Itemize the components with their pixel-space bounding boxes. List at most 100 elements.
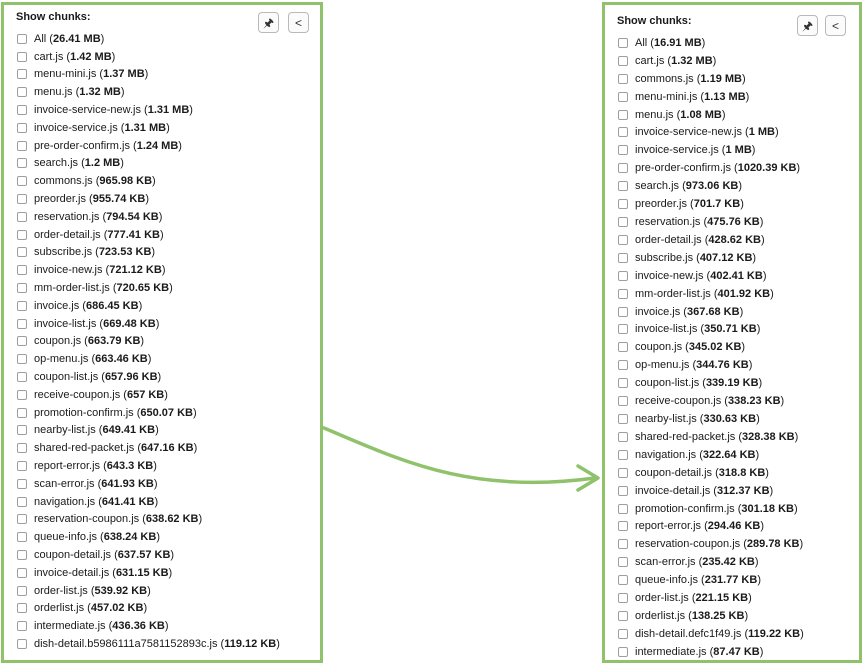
chunk-item[interactable]: report-error.js (294.46 KB) (618, 517, 804, 535)
chunk-item[interactable]: reservation.js (475.76 KB) (618, 213, 804, 231)
chunk-checkbox[interactable] (618, 288, 628, 299)
chunk-item[interactable]: scan-error.js (235.42 KB) (618, 553, 804, 571)
chunk-item[interactable]: navigation.js (322.64 KB) (618, 446, 804, 464)
chunk-checkbox[interactable] (618, 378, 628, 389)
chunk-item[interactable]: op-menu.js (344.76 KB) (618, 356, 804, 374)
chunk-item[interactable]: reservation-coupon.js (289.78 KB) (618, 535, 804, 553)
chunk-item[interactable]: coupon.js (345.02 KB) (618, 338, 804, 356)
chunk-checkbox[interactable] (17, 354, 27, 365)
chunk-item[interactable]: nearby-list.js (649.41 KB) (17, 422, 280, 440)
chunk-item[interactable]: coupon-detail.js (637.57 KB) (17, 546, 280, 564)
chunk-checkbox[interactable] (618, 37, 628, 48)
chunk-checkbox[interactable] (17, 283, 27, 294)
chunk-item[interactable]: invoice-detail.js (631.15 KB) (17, 564, 280, 582)
chunk-item[interactable]: mm-order-list.js (401.92 KB) (618, 285, 804, 303)
chunk-item[interactable]: coupon-detail.js (318.8 KB) (618, 464, 804, 482)
chunk-item[interactable]: search.js (973.06 KB) (618, 177, 804, 195)
chunk-item[interactable]: preorder.js (701.7 KB) (618, 195, 804, 213)
chunk-checkbox[interactable] (17, 638, 27, 649)
chunk-checkbox[interactable] (17, 158, 27, 169)
chunk-checkbox[interactable] (17, 603, 27, 614)
chunk-item[interactable]: reservation.js (794.54 KB) (17, 208, 280, 226)
chunk-checkbox[interactable] (618, 342, 628, 353)
chunk-item[interactable]: All (26.41 MB) (17, 30, 280, 48)
chunk-item[interactable]: order-list.js (539.92 KB) (17, 582, 280, 600)
chunk-item[interactable]: navigation.js (641.41 KB) (17, 493, 280, 511)
chunk-checkbox[interactable] (618, 646, 628, 657)
chunk-item[interactable]: mm-order-list.js (720.65 KB) (17, 279, 280, 297)
chunk-checkbox[interactable] (17, 140, 27, 151)
chunk-checkbox[interactable] (618, 91, 628, 102)
chunk-item[interactable]: shared-red-packet.js (328.38 KB) (618, 428, 804, 446)
chunk-checkbox[interactable] (618, 503, 628, 514)
chunk-checkbox[interactable] (618, 324, 628, 335)
chunk-checkbox[interactable] (17, 407, 27, 418)
chunk-item[interactable]: cart.js (1.42 MB) (17, 48, 280, 66)
chunk-item[interactable]: subscribe.js (407.12 KB) (618, 249, 804, 267)
chunk-checkbox[interactable] (17, 532, 27, 543)
chunk-checkbox[interactable] (17, 372, 27, 383)
chunk-item[interactable]: intermediate.js (436.36 KB) (17, 617, 280, 635)
chunk-item[interactable]: invoice.js (367.68 KB) (618, 303, 804, 321)
chunk-checkbox[interactable] (618, 306, 628, 317)
chunk-checkbox[interactable] (618, 163, 628, 174)
chunk-item[interactable]: preorder.js (955.74 KB) (17, 190, 280, 208)
chunk-item[interactable]: menu.js (1.08 MB) (618, 106, 804, 124)
chunk-checkbox[interactable] (618, 199, 628, 210)
chunk-checkbox[interactable] (618, 234, 628, 245)
chunk-checkbox[interactable] (17, 176, 27, 187)
chunk-checkbox[interactable] (17, 478, 27, 489)
chunk-checkbox[interactable] (17, 585, 27, 596)
chunk-item[interactable]: scan-error.js (641.93 KB) (17, 475, 280, 493)
chunk-item[interactable]: order-detail.js (777.41 KB) (17, 226, 280, 244)
chunk-checkbox[interactable] (17, 336, 27, 347)
chunk-item[interactable]: search.js (1.2 MB) (17, 155, 280, 173)
chunk-checkbox[interactable] (17, 461, 27, 472)
chunk-checkbox[interactable] (618, 252, 628, 263)
chunk-item[interactable]: invoice.js (686.45 KB) (17, 297, 280, 315)
chunk-item[interactable]: commons.js (965.98 KB) (17, 172, 280, 190)
chunk-item[interactable]: op-menu.js (663.46 KB) (17, 350, 280, 368)
chunk-item[interactable]: order-list.js (221.15 KB) (618, 589, 804, 607)
chunk-item[interactable]: receive-coupon.js (338.23 KB) (618, 392, 804, 410)
chunk-item[interactable]: invoice-list.js (669.48 KB) (17, 315, 280, 333)
chunk-checkbox[interactable] (618, 431, 628, 442)
chunk-item[interactable]: invoice-service.js (1 MB) (618, 141, 804, 159)
chunk-checkbox[interactable] (17, 425, 27, 436)
chunk-checkbox[interactable] (618, 55, 628, 66)
chunk-checkbox[interactable] (618, 467, 628, 478)
chunk-item[interactable]: invoice-detail.js (312.37 KB) (618, 482, 804, 500)
chunk-checkbox[interactable] (618, 628, 628, 639)
chunk-checkbox[interactable] (17, 621, 27, 632)
chunk-checkbox[interactable] (618, 575, 628, 586)
chunk-checkbox[interactable] (17, 247, 27, 258)
chunk-item[interactable]: reservation-coupon.js (638.62 KB) (17, 511, 280, 529)
chunk-checkbox[interactable] (618, 610, 628, 621)
chunk-checkbox[interactable] (17, 211, 27, 222)
chunk-checkbox[interactable] (17, 33, 27, 44)
chunk-checkbox[interactable] (618, 413, 628, 424)
chunk-checkbox[interactable] (17, 443, 27, 454)
chunk-checkbox[interactable] (17, 265, 27, 276)
chunk-item[interactable]: All (16.91 MB) (618, 34, 804, 52)
chunk-checkbox[interactable] (618, 145, 628, 156)
pin-button[interactable]: 🖈 (797, 15, 818, 36)
chunk-checkbox[interactable] (17, 105, 27, 116)
chunk-item[interactable]: subscribe.js (723.53 KB) (17, 244, 280, 262)
collapse-button[interactable]: < (825, 15, 846, 36)
chunk-item[interactable]: pre-order-confirm.js (1020.39 KB) (618, 159, 804, 177)
chunk-item[interactable]: invoice-service-new.js (1.31 MB) (17, 101, 280, 119)
chunk-item[interactable]: queue-info.js (638.24 KB) (17, 528, 280, 546)
chunk-checkbox[interactable] (17, 122, 27, 133)
chunk-item[interactable]: orderlist.js (457.02 KB) (17, 600, 280, 618)
chunk-item[interactable]: promotion-confirm.js (650.07 KB) (17, 404, 280, 422)
chunk-item[interactable]: invoice-service-new.js (1 MB) (618, 124, 804, 142)
chunk-checkbox[interactable] (17, 514, 27, 525)
chunk-checkbox[interactable] (17, 69, 27, 80)
chunk-checkbox[interactable] (618, 109, 628, 120)
chunk-item[interactable]: queue-info.js (231.77 KB) (618, 571, 804, 589)
chunk-item[interactable]: invoice-list.js (350.71 KB) (618, 321, 804, 339)
chunk-checkbox[interactable] (618, 396, 628, 407)
chunk-checkbox[interactable] (17, 51, 27, 62)
chunk-checkbox[interactable] (17, 318, 27, 329)
